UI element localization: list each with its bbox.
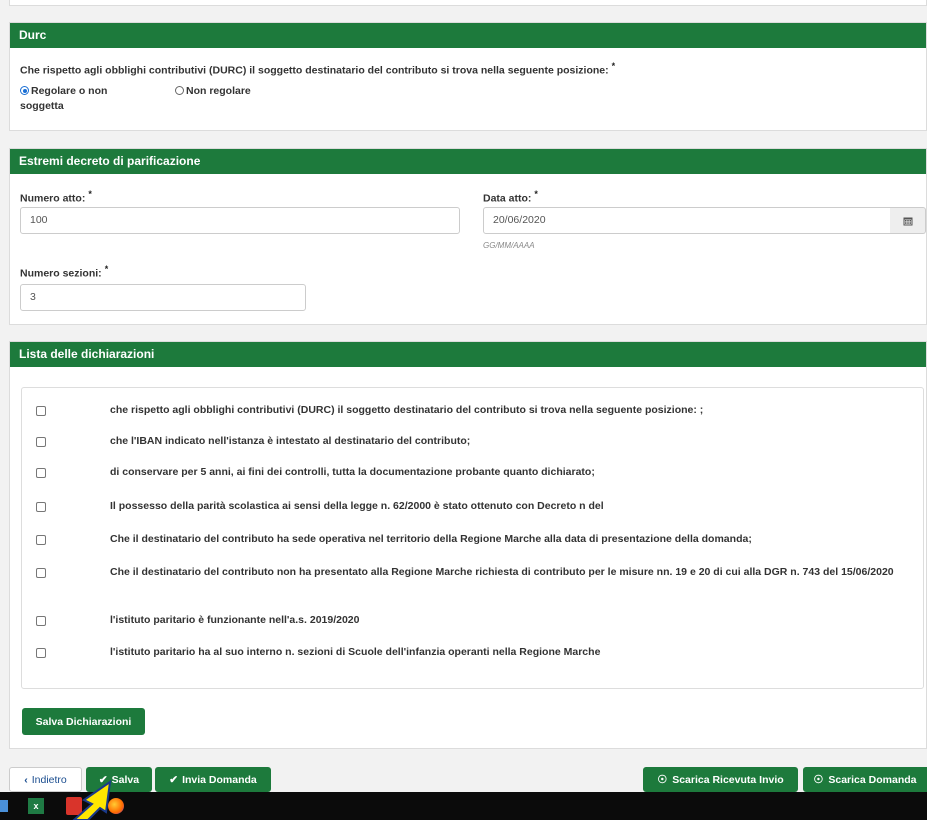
dichiarazioni-section: Lista delle dichiarazioni che rispetto a… (9, 341, 927, 749)
declaration-text: l'istituto paritario è funzionante nell'… (110, 614, 360, 626)
data-atto-label: Data atto: * (483, 189, 538, 205)
numero-sezioni-label: Numero sezioni: * (20, 264, 108, 280)
excel-icon[interactable]: x (28, 798, 44, 814)
data-atto-label-text: Data atto: (483, 192, 532, 205)
chevron-left-icon: ‹ (24, 773, 28, 786)
declaration-text: Il possesso della parità scolastica ai s… (110, 500, 604, 512)
calendar-button[interactable] (890, 207, 926, 234)
radio-regolare-label: Regolare o non (31, 85, 108, 97)
date-format-hint: GG/MM/AAAA (483, 241, 535, 250)
radio-non-regolare[interactable]: Non regolare (175, 84, 251, 99)
download-icon: ☉ (657, 774, 668, 786)
pointer-arrow-icon (72, 780, 112, 820)
back-label: Indietro (31, 773, 67, 786)
numero-sezioni-label-text: Numero sezioni: (20, 267, 102, 280)
radio-regolare[interactable]: Regolare o non soggetta (20, 84, 107, 114)
declaration-text: che l'IBAN indicato nell'istanza è intes… (110, 435, 471, 447)
download-receipt-button[interactable]: ☉ Scarica Ricevuta Invio (643, 767, 798, 792)
declaration-checkbox[interactable] (36, 616, 46, 626)
declaration-checkbox[interactable] (36, 535, 46, 545)
declaration-text: che rispetto agli obblighi contributivi … (110, 404, 704, 416)
send-label: Invia Domanda (182, 773, 257, 786)
download-receipt-label: Scarica Ricevuta Invio (672, 773, 784, 786)
declaration-checkbox[interactable] (36, 437, 46, 447)
durc-question-text: Che rispetto agli obblighi contributivi … (20, 64, 609, 77)
required-mark: * (88, 189, 92, 199)
radio-regolare-label-2: soggetta (20, 100, 64, 112)
numero-atto-label: Numero atto: * (20, 189, 92, 205)
declaration-text: Che il destinatario del contributo non h… (110, 566, 894, 578)
download-icon: ☉ (813, 774, 824, 786)
download-application-button[interactable]: ☉ Scarica Domanda (803, 767, 927, 792)
send-button[interactable]: ✔ Invia Domanda (155, 767, 271, 792)
check-icon: ✔ (169, 773, 179, 786)
declaration-text: l'istituto paritario ha al suo interno n… (110, 646, 601, 658)
radio-non-regolare-label: Non regolare (186, 85, 251, 97)
numero-atto-input[interactable]: 100 (20, 207, 460, 234)
declaration-checkbox[interactable] (36, 502, 46, 512)
declaration-text: Che il destinatario del contributo ha se… (110, 533, 752, 545)
salva-dichiarazioni-button[interactable]: Salva Dichiarazioni (22, 708, 145, 735)
declaration-checkbox[interactable] (36, 568, 46, 578)
required-mark: * (534, 189, 538, 199)
declaration-checkbox[interactable] (36, 406, 46, 416)
dichiarazioni-section-title: Lista delle dichiarazioni (10, 342, 926, 367)
declaration-checkbox[interactable] (36, 648, 46, 658)
save-label: Salva (111, 773, 140, 786)
numero-sezioni-input[interactable]: 3 (20, 284, 306, 311)
calendar-icon (903, 217, 912, 225)
numero-atto-label-text: Numero atto: (20, 192, 86, 205)
previous-section-bottom (9, 0, 927, 6)
required-mark: * (104, 264, 109, 274)
durc-section-title: Durc (10, 23, 926, 48)
windows-taskbar: x (0, 792, 927, 820)
dichiarazioni-list: che rispetto agli obblighi contributivi … (21, 387, 924, 689)
decreto-section: Estremi decreto di parificazione Numero … (9, 148, 927, 325)
durc-question: Che rispetto agli obblighi contributivi … (20, 61, 615, 77)
windows-icon[interactable] (0, 800, 8, 812)
download-application-label: Scarica Domanda (828, 773, 917, 786)
radio-indicator[interactable] (175, 86, 184, 95)
required-mark: * (611, 61, 616, 71)
radio-selected-indicator[interactable] (20, 86, 29, 95)
durc-section: Durc Che rispetto agli obblighi contribu… (9, 22, 927, 131)
declaration-checkbox[interactable] (36, 468, 46, 478)
declaration-text: di conservare per 5 anni, ai fini dei co… (110, 466, 595, 478)
data-atto-input[interactable]: 20/06/2020 (483, 207, 891, 234)
decreto-section-title: Estremi decreto di parificazione (10, 149, 926, 174)
